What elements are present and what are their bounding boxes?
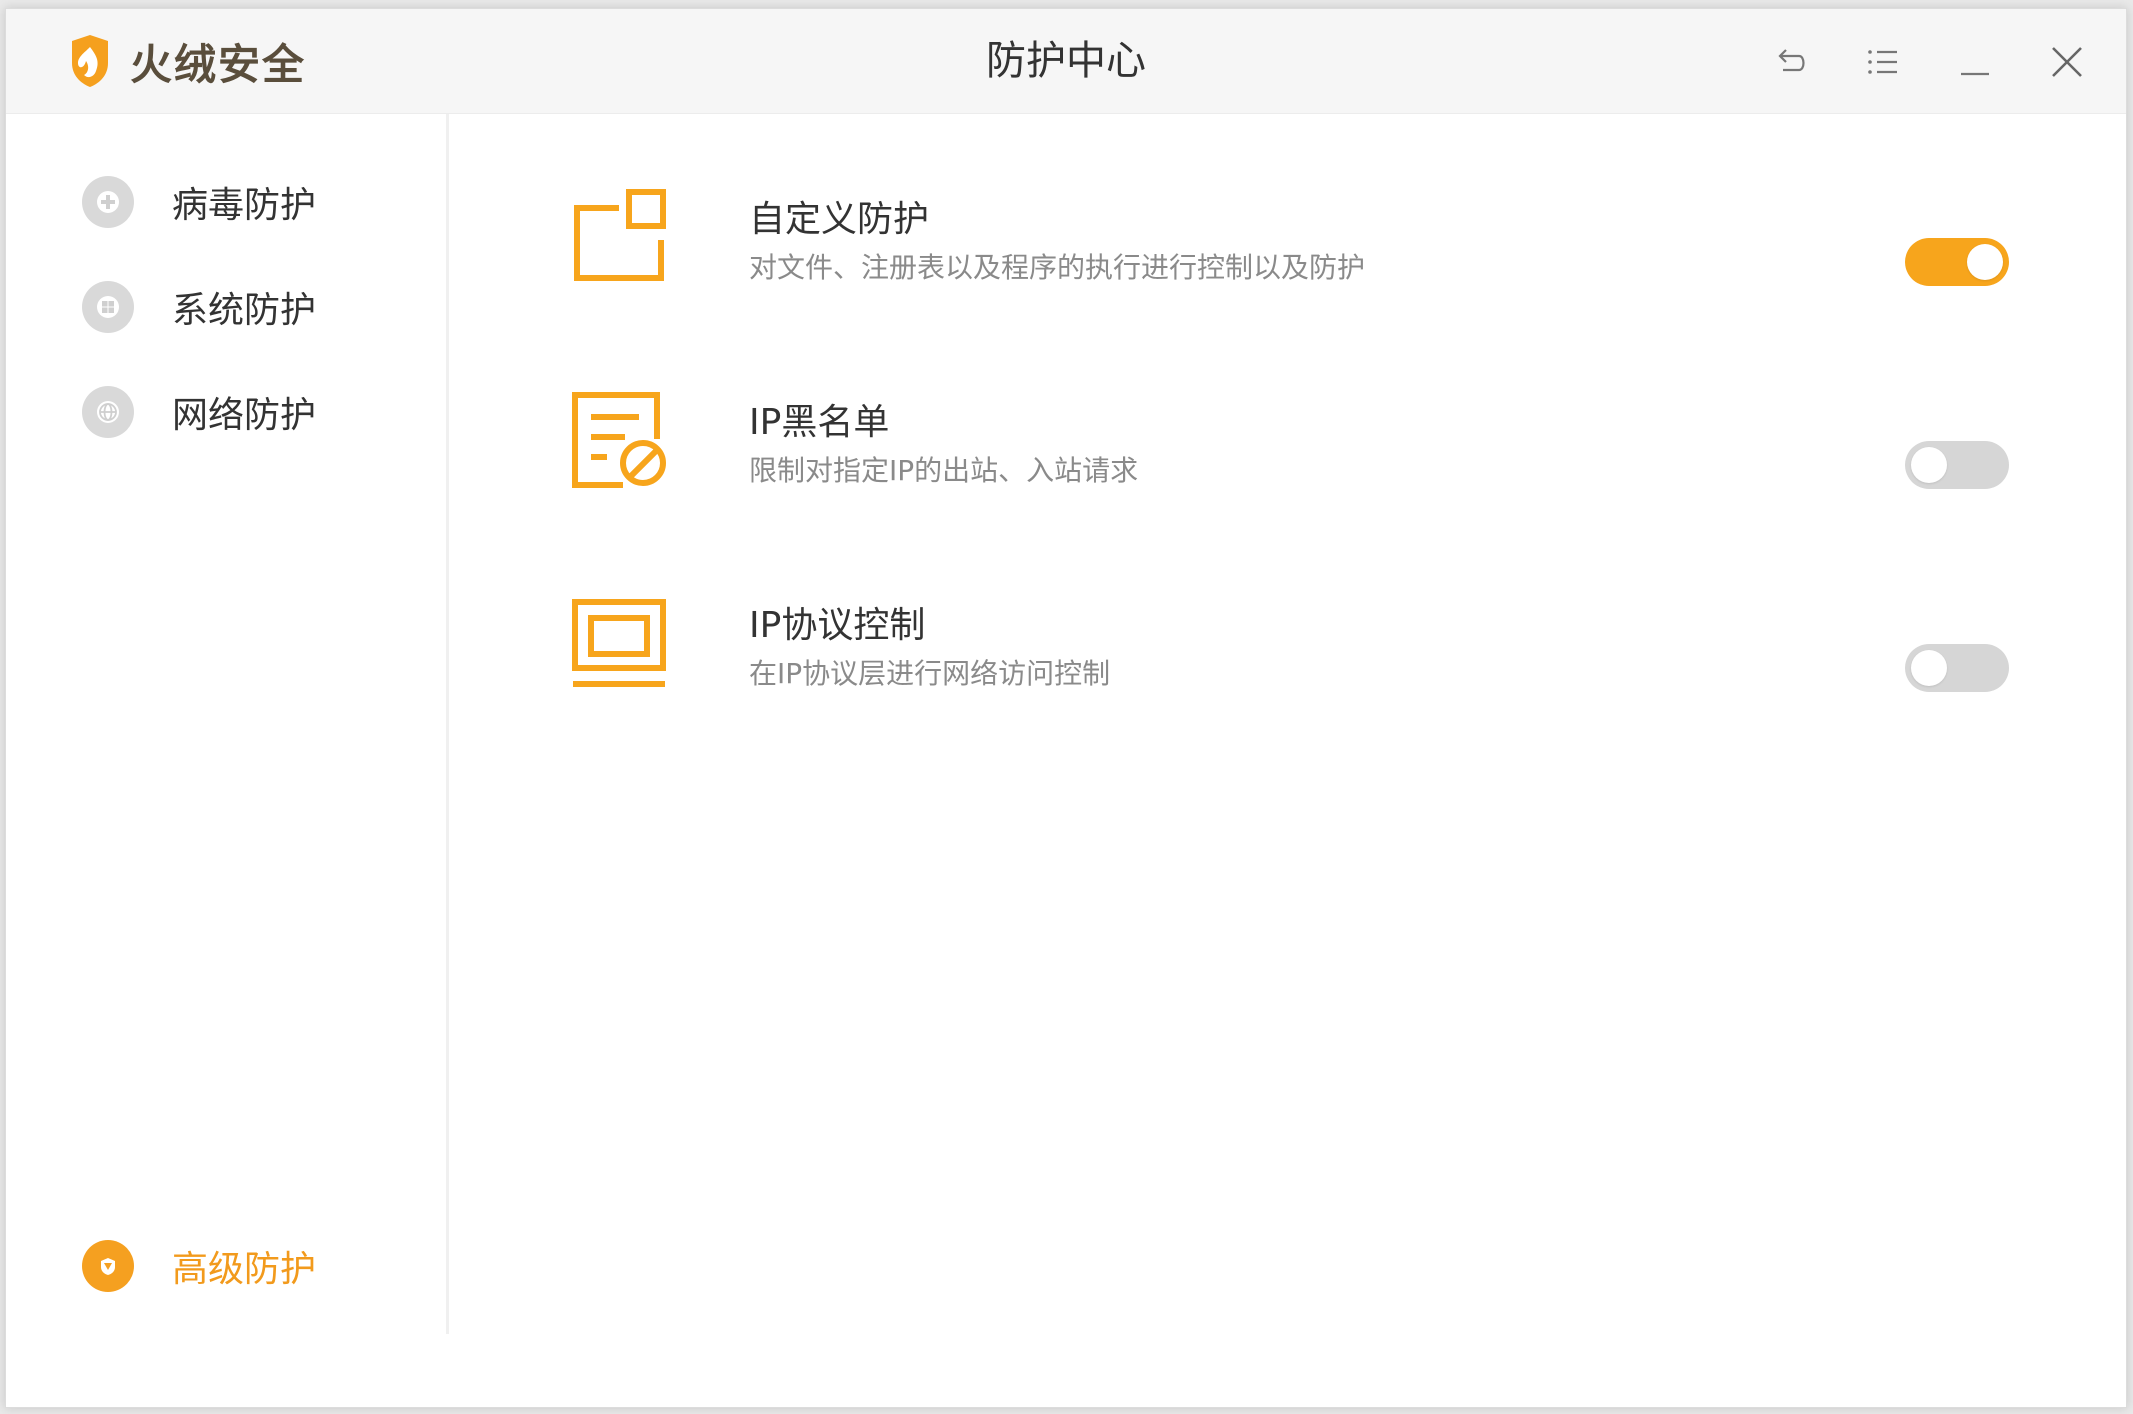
- menu-icon: [1868, 50, 1897, 74]
- ip-blacklist-toggle[interactable]: [1905, 441, 2009, 489]
- system-protection-icon: [82, 281, 134, 333]
- app-window: 防护中心 火绒安全 病毒防护 系统防护 网络防护 高级防护 自定义防护 对文件、…: [5, 8, 2127, 1408]
- feature-description: 在IP协议层进行网络访问控制: [749, 657, 1111, 690]
- feature-title: IP协议控制: [749, 605, 926, 646]
- feature-row-ip-blacklist: IP黑名单 限制对指定IP的出站、入站请求: [569, 389, 2009, 509]
- feature-description: 限制对指定IP的出站、入站请求: [749, 454, 1139, 487]
- close-button[interactable]: [2042, 37, 2092, 87]
- close-icon: [2052, 47, 2082, 77]
- network-protection-icon: [82, 386, 134, 438]
- sidebar-item-network-protection[interactable]: 网络防护: [82, 382, 316, 442]
- ip-protocol-icon: [572, 599, 666, 687]
- feature-row-ip-protocol-control: IP协议控制 在IP协议层进行网络访问控制: [569, 592, 2009, 712]
- sidebar-item-virus-protection[interactable]: 病毒防护: [82, 172, 316, 232]
- premium-shield-icon: [82, 1240, 134, 1292]
- toggle-knob: [1967, 244, 2003, 280]
- feature-description: 对文件、注册表以及程序的执行进行控制以及防护: [749, 251, 1366, 284]
- feature-title: 自定义防护: [749, 199, 930, 240]
- virus-protection-icon: [82, 176, 134, 228]
- feature-title: IP黑名单: [749, 402, 890, 443]
- minimize-icon: [1961, 72, 1989, 76]
- custom-protection-icon: [574, 189, 666, 281]
- huorong-logo-icon: [72, 35, 108, 87]
- back-icon: [1778, 49, 1805, 72]
- custom-protection-toggle[interactable]: [1905, 238, 2009, 286]
- brand: 火绒安全: [66, 33, 306, 89]
- brand-name: 火绒安全: [130, 39, 307, 89]
- sidebar-item-label: 高级防护: [172, 1249, 317, 1290]
- sidebar-item-premium-protection[interactable]: 高级防护: [82, 1236, 316, 1296]
- sidebar-item-label: 网络防护: [172, 395, 317, 436]
- ip-blacklist-icon: [572, 392, 666, 488]
- sidebar: 病毒防护 系统防护 网络防护 高级防护: [6, 114, 449, 1334]
- sidebar-item-system-protection[interactable]: 系统防护: [82, 277, 316, 337]
- feature-row-custom-protection: 自定义防护 对文件、注册表以及程序的执行进行控制以及防护: [569, 186, 2009, 306]
- toggle-knob: [1911, 650, 1947, 686]
- ip-protocol-toggle[interactable]: [1905, 644, 2009, 692]
- title-bar[interactable]: 防护中心 火绒安全: [6, 9, 2126, 114]
- back-button[interactable]: [1766, 37, 1816, 87]
- sidebar-item-label: 系统防护: [172, 290, 317, 331]
- menu-button[interactable]: [1858, 37, 1908, 87]
- window-controls: [1724, 37, 2092, 87]
- sidebar-item-label: 病毒防护: [172, 185, 317, 226]
- main-content: 自定义防护 对文件、注册表以及程序的执行进行控制以及防护 IP黑名单 限制对指定…: [449, 114, 2126, 1406]
- toggle-knob: [1911, 447, 1947, 483]
- minimize-button[interactable]: [1950, 37, 2000, 87]
